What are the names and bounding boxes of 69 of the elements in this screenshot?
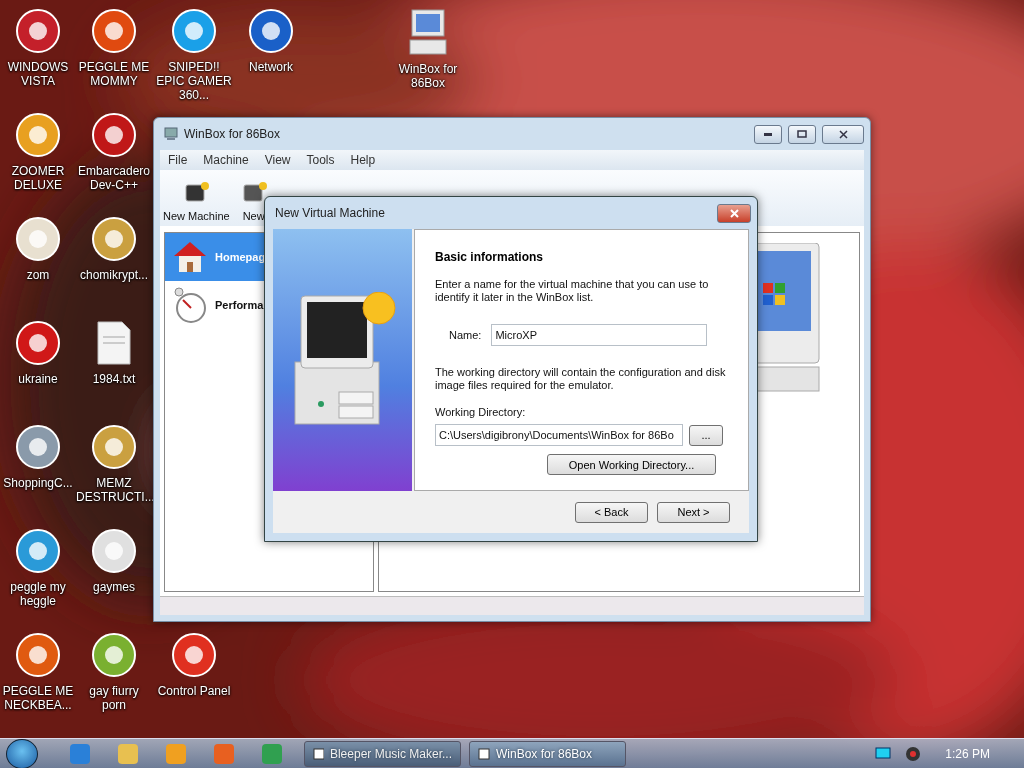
desktop-icon-label[interactable]: gay fiurry porn	[76, 684, 152, 712]
back-button[interactable]: < Back	[575, 501, 648, 523]
desktop-icon-label[interactable]: Embarcadero Dev-C++	[76, 164, 152, 192]
close-icon	[838, 129, 848, 139]
menu-item[interactable]: Tools	[298, 153, 343, 167]
app-icon	[15, 8, 61, 54]
app-icon	[171, 8, 217, 54]
app-icon	[15, 320, 61, 366]
app-icon	[91, 632, 137, 678]
desktop-icon-label[interactable]: peggle my heggle	[0, 580, 76, 608]
desktop-icon-label[interactable]: WinBox for 86Box	[390, 62, 466, 90]
desktop-icon-label[interactable]: ShoppingC...	[0, 476, 76, 490]
desktop-icon-label[interactable]: PEGGLE ME NECKBEA...	[0, 684, 76, 712]
app-icon	[171, 632, 217, 678]
intro-text: Enter a name for the virtual machine that you can use to identify it later in the WinBox list.	[435, 278, 710, 304]
app-icon	[248, 8, 294, 54]
field-label: Name:	[449, 329, 482, 341]
description-text: The working directory will contain the configuration and disk image files required for the emulator.	[435, 366, 727, 392]
menu-item[interactable]: Machine	[195, 153, 257, 167]
section-heading: Basic informations	[435, 250, 545, 264]
gauge-icon	[171, 286, 209, 324]
close-button[interactable]	[717, 203, 751, 223]
app-icon	[15, 112, 61, 158]
desktop-icon-label[interactable]: 1984.txt	[76, 372, 152, 386]
close-button[interactable]	[822, 124, 864, 144]
desktop-icon-label[interactable]: Network	[233, 60, 309, 74]
app-icon	[91, 216, 137, 262]
app-icon	[15, 216, 61, 262]
browse-button[interactable]: ...	[689, 424, 723, 446]
window-icon	[478, 747, 490, 760]
desktop-icon-label[interactable]: Control Panel	[156, 684, 232, 698]
open-directory-button[interactable]: Open Working Directory...	[547, 454, 716, 475]
app-icon	[91, 112, 137, 158]
desktop-icon-label[interactable]: ZOOMER DELUXE	[0, 164, 76, 192]
start-button[interactable]	[6, 738, 38, 768]
app-icon	[91, 424, 137, 470]
window-title: WinBox for 86Box	[184, 127, 282, 141]
desktop-icon-label[interactable]: WINDOWS VISTA	[0, 60, 76, 88]
app-icon	[91, 8, 137, 54]
field-label: Working Directory:	[435, 406, 527, 418]
menu-item[interactable]: File	[160, 153, 196, 167]
next-button[interactable]: Next >	[657, 501, 730, 523]
dialog-title: New Virtual Machine	[275, 206, 386, 220]
taskbar-button[interactable]: Bleeper Music Maker...	[304, 740, 461, 767]
desktop-icon-label[interactable]: ukraine	[0, 372, 76, 386]
maximize-icon	[797, 130, 807, 138]
menu-item[interactable]: View	[256, 153, 299, 167]
desktop-icon-label[interactable]: MEMZ DESTRUCTI...	[76, 476, 152, 504]
minimize-icon	[764, 132, 772, 136]
taskbar-button[interactable]: WinBox for 86Box	[469, 740, 626, 767]
app-icon	[15, 424, 61, 470]
desktop-icon-label[interactable]: zom	[0, 268, 76, 282]
document-icon	[96, 320, 132, 366]
app-icon	[15, 528, 61, 574]
app-icon	[15, 632, 61, 678]
minimize-button[interactable]	[754, 124, 782, 144]
close-icon	[729, 208, 739, 218]
maximize-button[interactable]	[788, 124, 816, 144]
menu-item[interactable]: Help	[342, 153, 384, 167]
monitor-icon[interactable]	[875, 746, 892, 761]
app-icon	[91, 528, 137, 574]
desktop-icon-label[interactable]: SNIPED!! EPIC GAMER 360...	[156, 60, 232, 102]
desktop-icon-label[interactable]: chomikrypt...	[76, 268, 152, 282]
toolbar-button[interactable]: New Machine	[162, 181, 231, 222]
window-icon	[313, 747, 324, 760]
name-field[interactable]: MicroXP	[491, 324, 708, 346]
directory-field[interactable]: C:\Users\digibrony\Documents\WinBox for 86Bo	[435, 424, 683, 446]
desktop-icon-label[interactable]: PEGGLE ME MOMMY	[76, 60, 152, 88]
desktop-icon-label[interactable]: gaymes	[76, 580, 152, 594]
